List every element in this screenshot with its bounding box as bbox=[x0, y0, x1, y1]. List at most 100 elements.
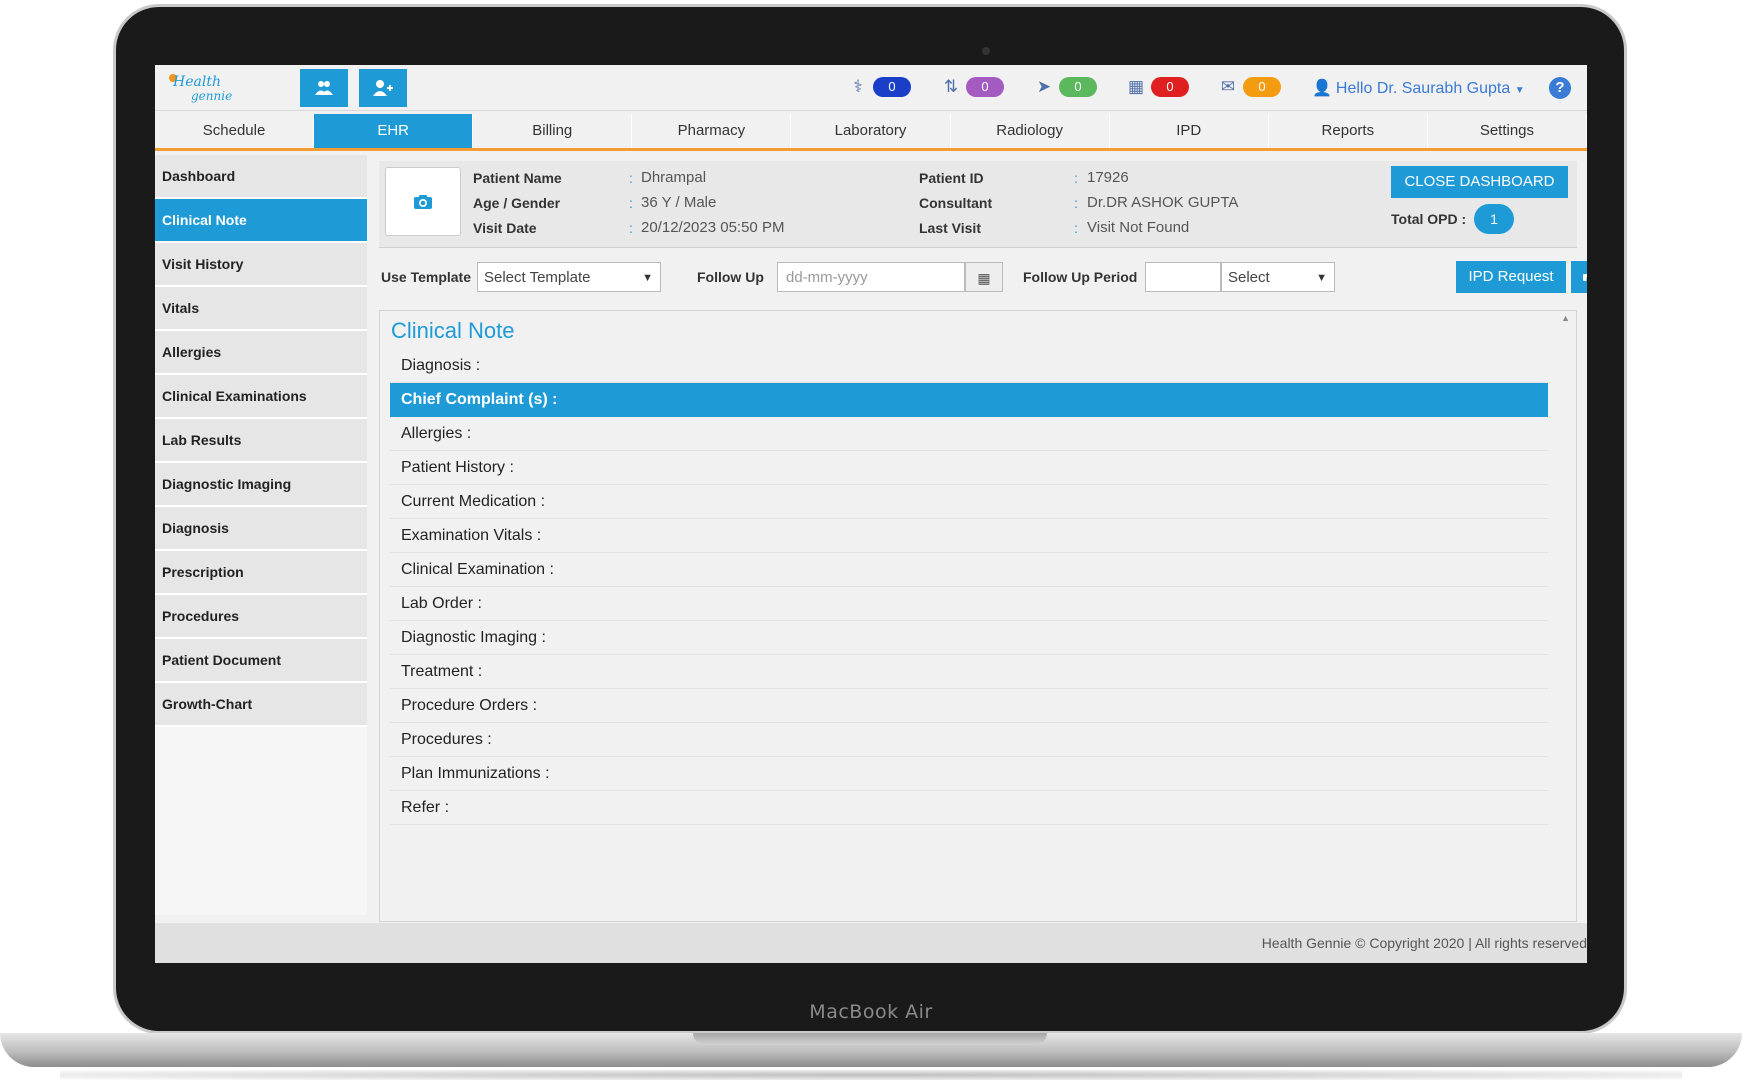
total-opd-badge: 1 bbox=[1474, 204, 1514, 234]
help-icon[interactable]: ? bbox=[1549, 77, 1571, 99]
follow-up-period-select[interactable]: Select ▼ bbox=[1221, 262, 1335, 292]
print-button[interactable] bbox=[1571, 261, 1587, 293]
section-allergies[interactable]: Allergies : bbox=[390, 417, 1548, 451]
chevron-down-icon: ▼ bbox=[1316, 272, 1327, 284]
follow-up-period-label: Follow Up Period bbox=[1023, 269, 1138, 285]
sidebar-item-growth-chart[interactable]: Growth-Chart bbox=[155, 683, 367, 727]
tab-reports[interactable]: Reports bbox=[1268, 114, 1428, 148]
section-procedure-orders[interactable]: Procedure Orders : bbox=[390, 689, 1548, 723]
patient-id-label: Patient ID bbox=[919, 170, 984, 186]
colon: : bbox=[1074, 195, 1078, 211]
camera-icon bbox=[414, 194, 432, 209]
mail-icon: ✉ bbox=[1220, 77, 1236, 96]
clinical-note-panel: Clinical Note ▲ Diagnosis : Chief Compla… bbox=[379, 310, 1577, 922]
tab-billing[interactable]: Billing bbox=[473, 114, 633, 148]
main-tabs: Schedule EHR Billing Pharmacy Laboratory… bbox=[155, 114, 1587, 151]
section-current-medication[interactable]: Current Medication : bbox=[390, 485, 1548, 519]
sidebar-item-allergies[interactable]: Allergies bbox=[155, 331, 367, 375]
total-opd-label: Total OPD : bbox=[1391, 211, 1467, 227]
period-select-value: Select bbox=[1228, 269, 1270, 286]
tab-ehr[interactable]: EHR bbox=[314, 114, 474, 148]
section-chief-complaint[interactable]: Chief Complaint (s) : bbox=[390, 383, 1548, 417]
sidebar-item-clinical-examinations[interactable]: Clinical Examinations bbox=[155, 375, 367, 419]
consultant-label: Consultant bbox=[919, 195, 993, 211]
badge-count: 0 bbox=[1059, 77, 1097, 97]
section-diagnostic-imaging[interactable]: Diagnostic Imaging : bbox=[390, 621, 1548, 655]
colon: : bbox=[1074, 220, 1078, 236]
logo-subtext: gennie bbox=[191, 89, 233, 103]
laptop-shadow bbox=[60, 1070, 1682, 1080]
tab-pharmacy[interactable]: Pharmacy bbox=[632, 114, 792, 148]
app-screen: Health gennie ⚕ 0 ⇅ 0 ➤ 0 ▦ 0 ✉ 0 👤 Hell… bbox=[155, 65, 1587, 963]
section-treatment[interactable]: Treatment : bbox=[390, 655, 1548, 689]
logo[interactable]: Health gennie bbox=[167, 71, 233, 105]
add-user-icon bbox=[373, 80, 393, 96]
tab-laboratory[interactable]: Laboratory bbox=[791, 114, 951, 148]
calendar-icon[interactable]: ▦ bbox=[965, 262, 1003, 292]
sidebar-item-lab-results[interactable]: Lab Results bbox=[155, 419, 367, 463]
section-diagnosis[interactable]: Diagnosis : bbox=[390, 349, 1548, 383]
top-bar: Health gennie ⚕ 0 ⇅ 0 ➤ 0 ▦ 0 ✉ 0 👤 Hell… bbox=[155, 65, 1587, 111]
footer: Health Gennie © Copyright 2020 | All rig… bbox=[155, 923, 1587, 963]
section-plan-immunizations[interactable]: Plan Immunizations : bbox=[390, 757, 1548, 791]
colon: : bbox=[1074, 170, 1078, 186]
use-template-label: Use Template bbox=[381, 269, 471, 285]
sidebar-item-clinical-note[interactable]: Clinical Note bbox=[155, 199, 367, 243]
follow-up-period-input[interactable] bbox=[1145, 262, 1221, 292]
chevron-down-icon: ▼ bbox=[642, 272, 653, 284]
camera-icon bbox=[982, 47, 990, 55]
badge-count: 0 bbox=[873, 77, 911, 97]
print-icon bbox=[1583, 274, 1587, 285]
section-clinical-examination[interactable]: Clinical Examination : bbox=[390, 553, 1548, 587]
users-icon bbox=[315, 81, 333, 95]
badge-count: 0 bbox=[1243, 77, 1281, 97]
tab-ipd[interactable]: IPD bbox=[1109, 114, 1269, 148]
sidebar-item-vitals[interactable]: Vitals bbox=[155, 287, 367, 331]
badge-count: 0 bbox=[1151, 77, 1189, 97]
follow-up-date-input[interactable]: dd-mm-yyyy bbox=[777, 262, 965, 292]
add-patient-button[interactable] bbox=[359, 69, 407, 107]
patient-name-label: Patient Name bbox=[473, 170, 562, 186]
last-visit-label: Last Visit bbox=[919, 220, 981, 236]
tab-radiology[interactable]: Radiology bbox=[950, 114, 1110, 148]
last-visit: Visit Not Found bbox=[1087, 219, 1190, 236]
doctor-icon: ⚕ bbox=[853, 77, 863, 96]
note-form-row: Use Template Select Template ▼ Follow Up… bbox=[379, 261, 1587, 295]
clinical-note-sections: Diagnosis : Chief Complaint (s) : Allerg… bbox=[390, 349, 1548, 825]
sidebar-item-diagnostic-imaging[interactable]: Diagnostic Imaging bbox=[155, 463, 367, 507]
section-procedures[interactable]: Procedures : bbox=[390, 723, 1548, 757]
section-examination-vitals[interactable]: Examination Vitals : bbox=[390, 519, 1548, 553]
tab-settings[interactable]: Settings bbox=[1427, 114, 1587, 148]
calendar-icon: ▦ bbox=[1127, 77, 1145, 96]
sidebar-item-prescription[interactable]: Prescription bbox=[155, 551, 367, 595]
sidebar-item-visit-history[interactable]: Visit History bbox=[155, 243, 367, 287]
patients-button[interactable] bbox=[300, 69, 348, 107]
user-icon: 👤 bbox=[1312, 80, 1332, 97]
sidebar-item-patient-document[interactable]: Patient Document bbox=[155, 639, 367, 683]
tab-schedule[interactable]: Schedule bbox=[155, 114, 315, 148]
refresh-icon: ⇅ bbox=[943, 77, 959, 96]
badge-count: 0 bbox=[966, 77, 1004, 97]
caret-down-icon: ▼ bbox=[1514, 85, 1525, 96]
section-lab-order[interactable]: Lab Order : bbox=[390, 587, 1548, 621]
section-patient-history[interactable]: Patient History : bbox=[390, 451, 1548, 485]
colon: : bbox=[629, 195, 633, 211]
sidebar-item-dashboard[interactable]: Dashboard bbox=[155, 155, 367, 199]
patient-photo-upload[interactable] bbox=[385, 167, 461, 236]
consultant: Dr.DR ASHOK GUPTA bbox=[1087, 194, 1239, 211]
visit-date: 20/12/2023 05:50 PM bbox=[641, 219, 785, 236]
sidebar: Dashboard Clinical Note Visit History Vi… bbox=[155, 155, 367, 915]
sidebar-item-procedures[interactable]: Procedures bbox=[155, 595, 367, 639]
ipd-request-button[interactable]: IPD Request bbox=[1456, 261, 1566, 293]
follow-up-label: Follow Up bbox=[697, 269, 764, 285]
template-select-value: Select Template bbox=[484, 269, 591, 286]
scroll-up-icon[interactable]: ▲ bbox=[1561, 313, 1570, 323]
user-menu[interactable]: 👤 Hello Dr. Saurabh Gupta ▼ bbox=[1312, 78, 1525, 98]
sidebar-item-diagnosis[interactable]: Diagnosis bbox=[155, 507, 367, 551]
device-label: MacBook Air bbox=[809, 1001, 933, 1023]
template-select[interactable]: Select Template ▼ bbox=[477, 262, 661, 292]
close-dashboard-button[interactable]: CLOSE DASHBOARD bbox=[1391, 166, 1568, 198]
age-gender-label: Age / Gender bbox=[473, 195, 561, 211]
colon: : bbox=[629, 170, 633, 186]
section-refer[interactable]: Refer : bbox=[390, 791, 1548, 825]
